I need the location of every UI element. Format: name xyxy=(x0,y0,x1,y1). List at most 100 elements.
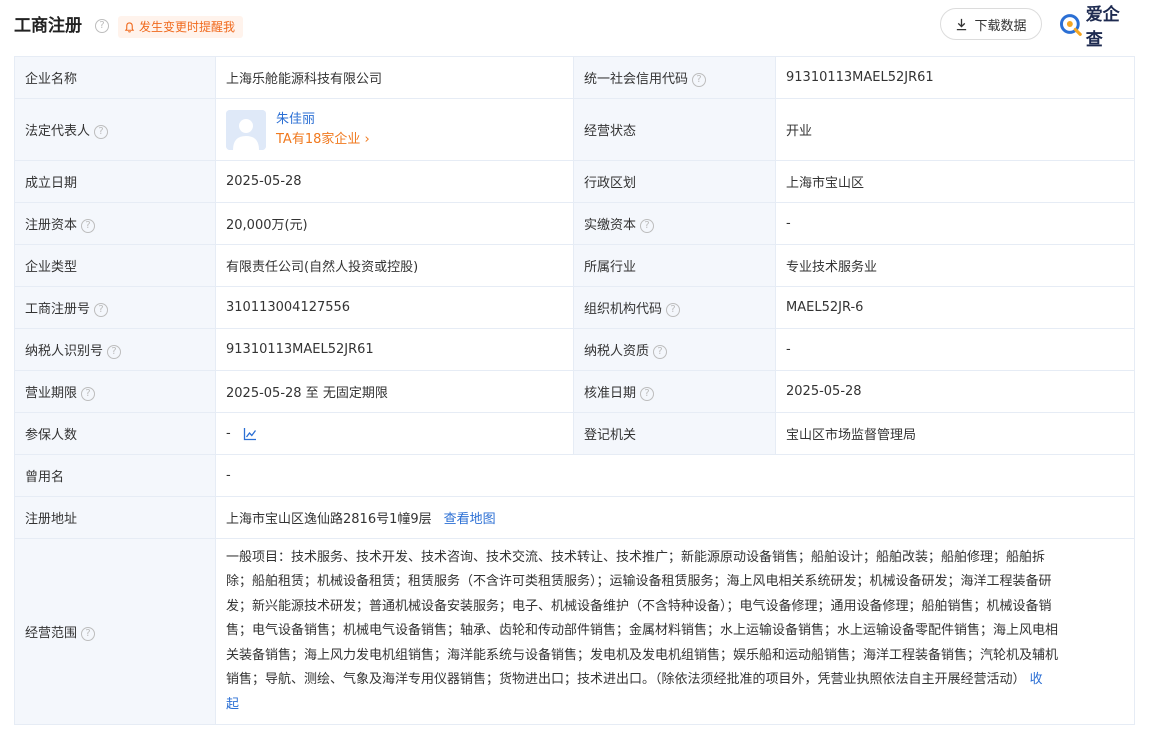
scope-line: 一般项目：技术服务、技术开发、技术咨询、技术交流、技术转让、技术推广；新能源原动… xyxy=(226,549,1046,565)
download-data-button[interactable]: 下载数据 xyxy=(940,8,1042,40)
person-icon xyxy=(226,109,266,150)
change-alert-button[interactable]: 发生变更时提醒我 xyxy=(118,16,244,38)
label-tax-qual: 纳税人资质? xyxy=(573,328,776,371)
page-title: 工商注册 xyxy=(14,16,82,36)
scope-line: 起 xyxy=(226,693,1124,718)
brand-logo[interactable]: 爱企查 xyxy=(1059,5,1136,50)
label-capital: 注册资本? xyxy=(14,202,216,245)
view-map-link[interactable]: 查看地图 xyxy=(444,512,496,527)
value-address-text: 上海市宝山区逸仙路2816号1幢9层 xyxy=(226,512,432,527)
table-row: 纳税人识别号? 91310113MAEL52JR61 纳税人资质? - xyxy=(14,328,1135,371)
table-row: 企业名称 上海乐舱能源科技有限公司 统一社会信用代码? 91310113MAEL… xyxy=(14,56,1135,99)
help-icon[interactable]: ? xyxy=(666,302,681,317)
label-paid-capital-text: 实缴资本 xyxy=(584,218,637,233)
label-founded: 成立日期 xyxy=(14,160,216,203)
value-former-name: - xyxy=(215,454,1135,497)
value-scope: 一般项目：技术服务、技术开发、技术咨询、技术交流、技术转让、技术推广；新能源原动… xyxy=(215,538,1135,725)
value-tax-qual: - xyxy=(775,328,1135,371)
help-icon[interactable]: ? xyxy=(640,218,655,233)
scope-line: 关装备销售；海上风力发电机组销售；海洋能系统与设备销售；发电机及发电机组销售；娱… xyxy=(226,647,1059,663)
bell-icon xyxy=(124,21,135,33)
value-capital: 20,000万(元) xyxy=(215,202,574,245)
help-icon[interactable]: ? xyxy=(640,386,655,401)
value-reg-no: 310113004127556 xyxy=(215,286,574,329)
scope-line: 销售；导航、测绘、气象及海洋专用仪器销售；货物进出口；技术进出口。（除依法须经批… xyxy=(226,668,1124,693)
label-reg-no: 工商注册号? xyxy=(14,286,216,329)
download-label: 下载数据 xyxy=(974,18,1027,34)
help-icon[interactable]: ? xyxy=(653,344,668,359)
label-scope-text: 经营范围 xyxy=(25,626,78,641)
value-legal-rep: 朱佳丽 TA有18家企业 › xyxy=(215,98,574,161)
table-row: 注册地址 上海市宝山区逸仙路2816号1幢9层 查看地图 xyxy=(14,496,1135,539)
table-row: 注册资本? 20,000万(元) 实缴资本? - xyxy=(14,202,1135,245)
help-icon[interactable]: ? xyxy=(94,124,109,139)
label-paid-capital: 实缴资本? xyxy=(573,202,776,245)
label-org-code-text: 组织机构代码 xyxy=(584,302,663,317)
brand-name: 爱企查 xyxy=(1085,5,1120,50)
value-address: 上海市宝山区逸仙路2816号1幢9层 查看地图 xyxy=(215,496,1135,539)
label-capital-text: 注册资本 xyxy=(25,218,78,233)
table-row: 营业期限? 2025-05-28 至 无固定期限 核准日期? 2025-05-2… xyxy=(14,370,1135,413)
label-reg-no-text: 工商注册号 xyxy=(25,302,91,317)
value-approval-date: 2025-05-28 xyxy=(775,370,1135,413)
table-row: 企业类型 有限责任公司(自然人投资或控股) 所属行业 专业技术服务业 xyxy=(14,244,1135,287)
label-credit-code-text: 统一社会信用代码 xyxy=(584,72,689,87)
registration-info-table: 企业名称 上海乐舱能源科技有限公司 统一社会信用代码? 91310113MAEL… xyxy=(14,56,1135,725)
table-row: 成立日期 2025-05-28 行政区划 上海市宝山区 xyxy=(14,160,1135,203)
help-icon[interactable]: ? xyxy=(81,386,96,401)
value-credit-code: 91310113MAEL52JR61 xyxy=(775,56,1135,99)
label-term-text: 营业期限 xyxy=(25,386,78,401)
value-insured: - xyxy=(215,412,574,455)
collapse-link-part-1[interactable]: 收 xyxy=(1030,672,1043,687)
table-row: 参保人数 - 登记机关 宝山区市场监督管理局 xyxy=(14,412,1135,455)
help-icon[interactable]: ? xyxy=(95,19,109,33)
label-scope: 经营范围? xyxy=(14,538,216,725)
scope-line-text: 销售；导航、测绘、气象及海洋专用仪器销售；货物进出口；技术进出口。（除依法须经批… xyxy=(226,672,1026,688)
scope-line: 发；新兴能源技术研发；普通机械设备安装服务；电子、机械设备维护（不含特种设备）；… xyxy=(226,598,1052,614)
legal-rep-name-link[interactable]: 朱佳丽 xyxy=(276,110,370,130)
value-company-type: 有限责任公司(自然人投资或控股) xyxy=(215,244,574,287)
scope-line: 售；电气设备销售；机械电气设备销售；轴承、齿轮和传动部件销售；金属材料销售；水上… xyxy=(226,623,1059,639)
label-region: 行政区划 xyxy=(573,160,776,203)
value-term: 2025-05-28 至 无固定期限 xyxy=(215,370,574,413)
value-paid-capital: - xyxy=(775,202,1135,245)
help-icon[interactable]: ? xyxy=(94,302,109,317)
scope-line: 除；船舶租赁；机械设备租赁；租赁服务（不含许可类租赁服务）；运输设备租赁服务；海… xyxy=(226,574,1052,590)
chevron-right-icon: › xyxy=(364,131,370,147)
label-company-name: 企业名称 xyxy=(14,56,216,99)
table-row: 法定代表人? 朱佳丽 TA有18家企业 › 经营状态 开业 xyxy=(14,98,1135,161)
label-term: 营业期限? xyxy=(14,370,216,413)
label-company-type: 企业类型 xyxy=(14,244,216,287)
value-company-name: 上海乐舱能源科技有限公司 xyxy=(215,56,574,99)
label-tax-id: 纳税人识别号? xyxy=(14,328,216,371)
help-icon[interactable]: ? xyxy=(81,218,96,233)
label-tax-id-text: 纳税人识别号 xyxy=(25,344,104,359)
related-companies-link[interactable]: TA有18家企业 › xyxy=(276,130,370,150)
related-companies-text: TA有18家企业 xyxy=(276,131,361,147)
change-alert-label: 发生变更时提醒我 xyxy=(139,20,236,34)
trend-chart-icon[interactable] xyxy=(243,427,257,441)
label-org-code: 组织机构代码? xyxy=(573,286,776,329)
label-credit-code: 统一社会信用代码? xyxy=(573,56,776,99)
label-industry: 所属行业 xyxy=(573,244,776,287)
label-legal-rep-text: 法定代表人 xyxy=(25,124,91,139)
business-scope-text: 一般项目：技术服务、技术开发、技术咨询、技术交流、技术转让、技术推广；新能源原动… xyxy=(226,540,1124,724)
label-insured: 参保人数 xyxy=(14,412,216,455)
label-former-name: 曾用名 xyxy=(14,454,216,497)
label-approval-date: 核准日期? xyxy=(573,370,776,413)
value-tax-id: 91310113MAEL52JR61 xyxy=(215,328,574,371)
value-status: 开业 xyxy=(775,98,1135,161)
label-address: 注册地址 xyxy=(14,496,216,539)
aiqicha-logo-icon xyxy=(1059,14,1082,36)
avatar[interactable] xyxy=(226,109,266,150)
help-icon[interactable]: ? xyxy=(81,626,96,641)
help-icon[interactable]: ? xyxy=(107,344,122,359)
label-approval-date-text: 核准日期 xyxy=(584,386,637,401)
value-insured-text: - xyxy=(226,426,231,441)
table-row: 曾用名 - xyxy=(14,454,1135,497)
value-org-code: MAEL52JR-6 xyxy=(775,286,1135,329)
value-industry: 专业技术服务业 xyxy=(775,244,1135,287)
help-icon[interactable]: ? xyxy=(692,72,707,87)
collapse-link-part-2[interactable]: 起 xyxy=(226,697,239,712)
label-tax-qual-text: 纳税人资质 xyxy=(584,344,650,359)
